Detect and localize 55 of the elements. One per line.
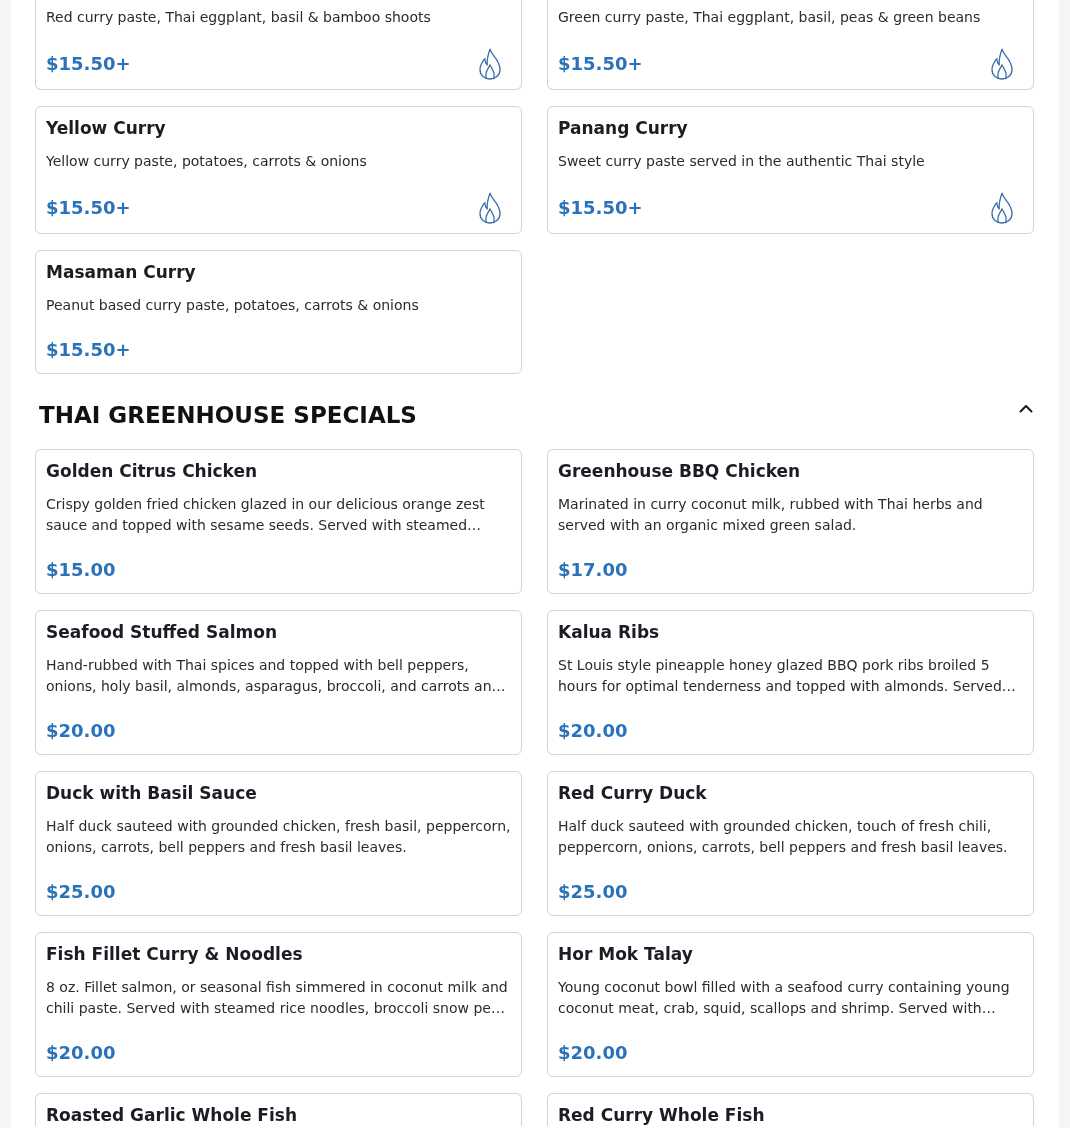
menu-card[interactable]: Greenhouse BBQ Chicken Marinated in curry coconut milk, rubbed with Thai herbs and served with an organic mixed green salad. $17.00 [547,449,1034,594]
dish-description: Sweet curry paste served in the authentic Thai style [558,152,926,171]
dish-description: Half duck sauteed with grounded chicken, fresh basil, peppercorn, onions, carrots, bell peppers and fresh basil leaves. [46,817,511,857]
dish-price: $20.00 [558,719,628,743]
menu-card[interactable]: Panang Curry Sweet curry paste served in the authentic Thai style $15.50+ [547,106,1034,234]
dish-name: Roasted Garlic Whole Fish [46,1104,299,1126]
menu-card[interactable]: Red curry paste, Thai eggplant, basil & bamboo shoots $15.50+ [35,0,522,90]
menu-card[interactable]: Roasted Garlic Whole Fish [35,1093,522,1126]
menu-card[interactable]: Seafood Stuffed Salmon Hand-rubbed with Thai spices and topped with bell peppers, onions, holy basil, almonds, asparagus, broccoli, and carrots an… $20.00 [35,610,522,755]
menu-card[interactable]: Masaman Curry Peanut based curry paste, potatoes, carrots & onions $15.50+ [35,250,522,374]
dish-name: Panang Curry [558,117,689,139]
dish-description: Crispy golden fried chicken glazed in our delicious orange zest sauce and topped with sesame seeds. Served with steamed… [46,495,486,535]
dish-price: $20.00 [46,719,116,743]
dish-name: Red Curry Whole Fish [558,1104,766,1126]
dish-price: $25.00 [558,880,628,904]
dish-description: 8 oz. Fillet salmon, or seasonal fish simmered in coconut milk and chili paste. Served with steamed rice noodles, broccoli snow pe… [46,978,509,1018]
dish-description: Young coconut bowl filled with a seafood curry containing young coconut meat, crab, squid, scallops and shrimp. Served with… [558,978,1011,1018]
menu-card[interactable]: Kalua Ribs St Louis style pineapple honey glazed BBQ pork ribs broiled 5 hours for optimal tenderness and topped with almonds. Served… $20.00 [547,610,1034,755]
dish-name: Duck with Basil Sauce [46,782,258,804]
dish-name: Masaman Curry [46,261,197,283]
dish-name: Red Curry Duck [558,782,708,804]
dish-name: Fish Fillet Curry & Noodles [46,943,304,965]
dish-description: Red curry paste, Thai eggplant, basil & bamboo shoots [46,8,432,27]
dish-price: $15.50+ [46,196,131,220]
dish-name: Seafood Stuffed Salmon [46,621,278,643]
dish-description: St Louis style pineapple honey glazed BBQ pork ribs broiled 5 hours for optimal tenderness and topped with almonds. Served… [558,656,1017,696]
dish-price: $15.50+ [558,196,643,220]
dish-price: $17.00 [558,558,628,582]
dish-description: Half duck sauteed with grounded chicken, touch of fresh chili, peppercorn, onions, carrots, bell peppers and fresh basil leaves. [558,817,1009,857]
menu-card[interactable]: Yellow Curry Yellow curry paste, potatoes, carrots & onions $15.50+ [35,106,522,234]
dish-description: Peanut based curry paste, potatoes, carrots & onions [46,296,420,315]
dish-description: Green curry paste, Thai eggplant, basil, peas & green beans [558,8,982,27]
dish-price: $15.50+ [46,338,131,362]
dish-description: Hand-rubbed with Thai spices and topped with bell peppers, onions, holy basil, almonds, asparagus, broccoli, and carrots an… [46,656,507,696]
dish-price: $20.00 [46,1041,116,1065]
menu-card[interactable]: Golden Citrus Chicken Crispy golden fried chicken glazed in our delicious orange zest sauce and topped with sesame seeds. Served with steamed… $15.00 [35,449,522,594]
dish-price: $15.50+ [46,52,131,76]
dish-description: Yellow curry paste, potatoes, carrots & onions [46,152,368,171]
dish-name: Golden Citrus Chicken [46,460,259,482]
dish-price: $15.00 [46,558,116,582]
menu-card[interactable]: Red Curry Whole Fish [547,1093,1034,1126]
dish-name: Kalua Ribs [558,621,661,643]
dish-price: $15.50+ [558,52,643,76]
section-heading: THAI GREENHOUSE SPECIALS [39,401,417,429]
menu-card[interactable]: Fish Fillet Curry & Noodles 8 oz. Fillet salmon, or seasonal fish simmered in coconut milk and chili paste. Served with steamed rice noodles, broccoli snow pe… $20.00 [35,932,522,1077]
menu-card[interactable]: Red Curry Duck Half duck sauteed with grounded chicken, touch of fresh chili, peppercorn, onions, carrots, bell peppers and fresh basil leaves. $25.00 [547,771,1034,916]
dish-name: Greenhouse BBQ Chicken [558,460,802,482]
menu-card[interactable]: Duck with Basil Sauce Half duck sauteed with grounded chicken, fresh basil, peppercorn, onions, carrots, bell peppers and fresh basil leaves. $25.00 [35,771,522,916]
dish-price: $20.00 [558,1041,628,1065]
menu-card[interactable]: Hor Mok Talay Young coconut bowl filled with a seafood curry containing young coconut meat, crab, squid, scallops and shrimp. Served with… $20.00 [547,932,1034,1077]
dish-price: $25.00 [46,880,116,904]
dish-description: Marinated in curry coconut milk, rubbed with Thai herbs and served with an organic mixed green salad. [558,495,984,535]
menu-card[interactable]: Green curry paste, Thai eggplant, basil, peas & green beans $15.50+ [547,0,1034,90]
dish-name: Yellow Curry [46,117,167,139]
dish-name: Hor Mok Talay [558,943,694,965]
